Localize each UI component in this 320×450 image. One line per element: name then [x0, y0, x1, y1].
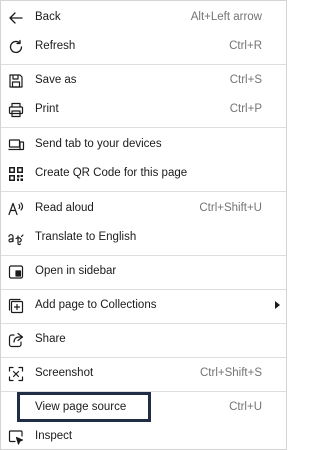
menu-item-screenshot[interactable]: Screenshot Ctrl+Shift+S	[1, 359, 286, 389]
menu-separator	[1, 289, 286, 290]
menu-item-label: Translate to English	[35, 231, 137, 243]
refresh-icon	[7, 38, 25, 56]
menu-item-label: Open in sidebar	[35, 265, 117, 277]
menu-item-label: Send tab to your devices	[35, 138, 162, 150]
inspect-icon	[7, 428, 25, 446]
share-icon	[7, 331, 25, 349]
menu-separator	[1, 64, 286, 65]
menu-item-add-to-collections[interactable]: Add page to Collections	[1, 291, 286, 321]
menu-separator	[1, 357, 286, 358]
back-arrow-icon	[7, 9, 25, 27]
menu-item-save-as[interactable]: Save as Ctrl+S	[1, 66, 286, 96]
menu-item-shortcut: Alt+Left arrow	[190, 11, 262, 23]
menu-item-label: Refresh	[35, 40, 76, 52]
send-tab-icon	[7, 136, 25, 154]
menu-item-shortcut: Ctrl+Shift+U	[199, 202, 262, 214]
read-aloud-icon	[7, 200, 25, 218]
qr-code-icon	[7, 165, 25, 183]
menu-item-read-aloud[interactable]: Read aloud Ctrl+Shift+U	[1, 194, 286, 224]
menu-separator	[1, 255, 286, 256]
menu-item-shortcut: Ctrl+R	[229, 40, 262, 52]
menu-item-print[interactable]: Print Ctrl+P	[1, 95, 286, 125]
menu-item-open-in-sidebar[interactable]: Open in sidebar	[1, 257, 286, 287]
menu-item-refresh[interactable]: Refresh Ctrl+R	[1, 32, 286, 62]
menu-item-label: Create QR Code for this page	[35, 167, 188, 179]
menu-item-label: Print	[35, 103, 59, 115]
menu-separator	[1, 323, 286, 324]
menu-item-back[interactable]: Back Alt+Left arrow	[1, 3, 286, 33]
menu-item-shortcut: Ctrl+U	[229, 401, 262, 413]
context-menu: Back Alt+Left arrow Refresh Ctrl+R Save …	[0, 0, 287, 450]
highlight-annotation-box	[17, 392, 151, 422]
submenu-arrow-icon	[275, 301, 280, 309]
save-icon	[7, 72, 25, 90]
menu-separator	[1, 191, 286, 192]
menu-item-label: Save as	[35, 74, 77, 86]
sidebar-icon	[7, 263, 25, 281]
menu-item-label: Screenshot	[35, 367, 94, 379]
menu-item-create-qr-code[interactable]: Create QR Code for this page	[1, 159, 286, 189]
menu-item-share[interactable]: Share	[1, 325, 286, 355]
menu-item-send-tab[interactable]: Send tab to your devices	[1, 130, 286, 160]
menu-item-label: Inspect	[35, 430, 73, 442]
menu-item-shortcut: Ctrl+Shift+S	[200, 367, 262, 379]
menu-item-shortcut: Ctrl+P	[229, 103, 262, 115]
menu-item-shortcut: Ctrl+S	[229, 74, 262, 86]
screenshot-icon	[7, 365, 25, 383]
menu-item-inspect[interactable]: Inspect	[1, 422, 286, 449]
print-icon	[7, 101, 25, 119]
menu-item-translate[interactable]: Translate to English	[1, 223, 286, 253]
menu-separator	[1, 127, 286, 128]
menu-item-label: Back	[35, 11, 61, 23]
menu-item-label: Share	[35, 333, 66, 345]
menu-item-label: Read aloud	[35, 202, 94, 214]
menu-item-label: Add page to Collections	[35, 299, 157, 311]
collections-icon	[7, 297, 25, 315]
translate-icon	[7, 229, 25, 247]
